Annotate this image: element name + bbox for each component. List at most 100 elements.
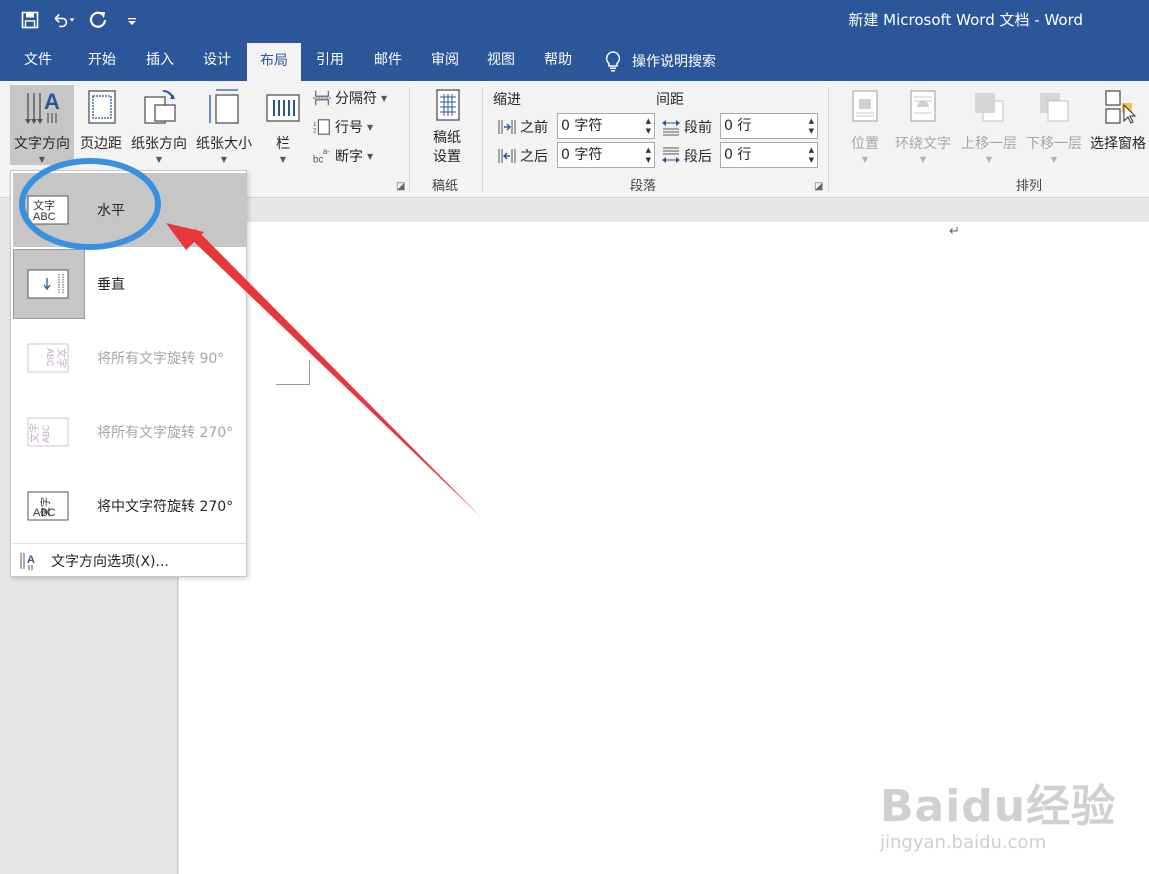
paragraph-dialog-launcher-icon[interactable]: ◪ (814, 181, 823, 192)
bring-forward-label: 上移一层 (961, 136, 1017, 152)
manuscript-settings-label-line2: 设置 (433, 149, 461, 165)
wrap-text-button[interactable]: 环绕文字 ▼ (892, 85, 954, 165)
indent-right-icon (498, 149, 516, 163)
spinner-arrows-icon[interactable]: ▲ ▼ (809, 116, 814, 136)
spinner-arrows-icon[interactable]: ▲ ▼ (646, 145, 651, 165)
margins-icon (81, 87, 121, 127)
orientation-icon (139, 87, 179, 127)
svg-text:ABC: ABC (33, 211, 56, 223)
undo-icon[interactable] (52, 8, 76, 32)
bring-forward-button[interactable]: 上移一层 ▼ (958, 85, 1020, 165)
tell-me-search[interactable]: 操作说明搜索 (604, 40, 716, 81)
customize-icon[interactable] (120, 8, 144, 32)
menu-item-rotate-cjk-270[interactable]: 文字 ABC 将中文字符旋转 270° (13, 469, 246, 543)
menu-item-label: 将所有文字旋转 90° (97, 351, 225, 367)
text-direction-options-item[interactable]: A 文字方向选项(X)... (19, 549, 169, 573)
chevron-down-icon: ▼ (220, 155, 228, 164)
group-separator (482, 87, 483, 191)
svg-text:文字: 文字 (33, 198, 55, 212)
orientation-button[interactable]: 纸张方向 ▼ (128, 85, 190, 165)
redo-icon[interactable] (86, 8, 110, 32)
lightbulb-icon (605, 50, 621, 71)
manuscript-icon (427, 87, 467, 127)
chevron-down-icon: ▼ (1050, 155, 1058, 164)
columns-label: 栏 (276, 136, 290, 152)
text-direction-button[interactable]: A 文字方向 ▼ (10, 85, 74, 165)
tab-view[interactable]: 视图 (477, 40, 525, 81)
arrange-group-label: 排列 (1016, 179, 1043, 194)
spinner-arrows-icon[interactable]: ▲ ▼ (646, 116, 651, 136)
position-icon (845, 87, 885, 127)
chevron-down-icon: ▼ (367, 122, 374, 132)
menu-item-label: 将中文字符旋转 270° (97, 499, 234, 515)
tab-file[interactable]: 文件 (14, 40, 62, 81)
tab-review[interactable]: 审阅 (421, 40, 469, 81)
margins-button[interactable]: 页边距 (77, 85, 125, 165)
columns-button[interactable]: 栏 ▼ (262, 85, 304, 165)
hyphenation-button[interactable]: bc a- 断字 ▼ (313, 146, 373, 166)
indent-before-input[interactable]: 0 字符 ▲ ▼ (557, 113, 655, 139)
indent-before-label: 之前 (520, 120, 548, 136)
spacing-header: 间距 (656, 92, 684, 108)
rotate-90-icon: 文字 ABC (27, 340, 71, 376)
chevron-down-icon: ▼ (985, 155, 993, 164)
manuscript-settings-button[interactable]: 稿纸 设置 (422, 85, 472, 165)
text-direction-options-label: 文字方向选项(X)... (51, 554, 169, 570)
position-label: 位置 (851, 136, 879, 152)
tab-mailings[interactable]: 邮件 (364, 40, 412, 81)
margin-corner-mark (276, 360, 310, 385)
size-icon (204, 87, 244, 127)
menu-item-rotate-270[interactable]: 文字 ABC 将所有文字旋转 270° (13, 395, 246, 469)
tab-home[interactable]: 开始 (78, 40, 126, 81)
tab-insert[interactable]: 插入 (136, 40, 184, 81)
rotate-270-icon: 文字 ABC (27, 414, 71, 450)
watermark-url: jingyan.baidu.com (880, 832, 1047, 853)
menu-item-horizontal[interactable]: 文字 ABC 水平 (13, 173, 246, 247)
text-direction-icon: A (22, 87, 62, 127)
space-after-label: 段后 (684, 149, 712, 165)
tab-help[interactable]: 帮助 (534, 40, 582, 81)
wrap-text-icon (903, 87, 943, 127)
size-label: 纸张大小 (196, 136, 252, 152)
tab-references[interactable]: 引用 (306, 40, 354, 81)
size-button[interactable]: 纸张大小 ▼ (193, 85, 255, 165)
svg-text:A: A (44, 89, 60, 114)
svg-text:A: A (27, 554, 35, 566)
tab-layout[interactable]: 布局 (247, 43, 301, 81)
margins-label: 页边距 (80, 136, 122, 152)
save-icon[interactable] (18, 8, 42, 32)
tell-me-label: 操作说明搜索 (632, 53, 716, 70)
space-after-input[interactable]: 0 行 ▲ ▼ (720, 142, 818, 168)
group-separator (828, 87, 829, 191)
text-direction-dropdown: 文字 ABC 水平 垂直 文字 ABC 将所有文字旋转 90° 文字 ABC 将所有文… (10, 170, 247, 577)
menu-item-label: 水平 (97, 203, 125, 219)
space-before-input[interactable]: 0 行 ▲ ▼ (720, 113, 818, 139)
hyphenation-label: 断字 (335, 149, 363, 165)
indent-after-input[interactable]: 0 字符 ▲ ▼ (557, 142, 655, 168)
rotate-cjk-270-icon: 文字 ABC (27, 488, 71, 524)
menu-item-rotate-90[interactable]: 文字 ABC 将所有文字旋转 90° (13, 321, 246, 395)
svg-text:文字: 文字 (55, 348, 68, 368)
quick-access-toolbar (18, 8, 144, 32)
line-numbers-button[interactable]: 12 行号 ▼ (313, 117, 373, 137)
space-before-icon (662, 120, 680, 136)
manuscript-settings-label-line1: 稿纸 (433, 130, 461, 146)
indent-after-label: 之后 (520, 149, 548, 165)
watermark-logo: Baidu经验 (880, 781, 1117, 832)
send-backward-button[interactable]: 下移一层 ▼ (1023, 85, 1085, 165)
ribbon-tabs: 文件 开始 插入 设计 布局 引用 邮件 审阅 视图 帮助 操作说明搜索 (0, 40, 1149, 81)
spinner-arrows-icon[interactable]: ▲ ▼ (809, 145, 814, 165)
svg-text:bc: bc (313, 154, 323, 165)
page-setup-dialog-launcher-icon[interactable]: ◪ (396, 181, 405, 192)
menu-item-label: 将所有文字旋转 270° (97, 425, 234, 441)
breaks-button[interactable]: 分隔符 ▼ (313, 88, 387, 108)
position-button[interactable]: 位置 ▼ (842, 85, 888, 165)
tab-design[interactable]: 设计 (193, 40, 241, 81)
selection-pane-button[interactable]: 选择窗格 (1087, 85, 1149, 165)
menu-separator (13, 543, 246, 544)
send-backward-icon (1034, 87, 1074, 127)
menu-item-vertical[interactable]: 垂直 (13, 247, 246, 321)
chevron-down-icon: ▼ (919, 155, 927, 164)
breaks-label: 分隔符 (335, 91, 377, 107)
selection-pane-icon (1098, 87, 1138, 127)
